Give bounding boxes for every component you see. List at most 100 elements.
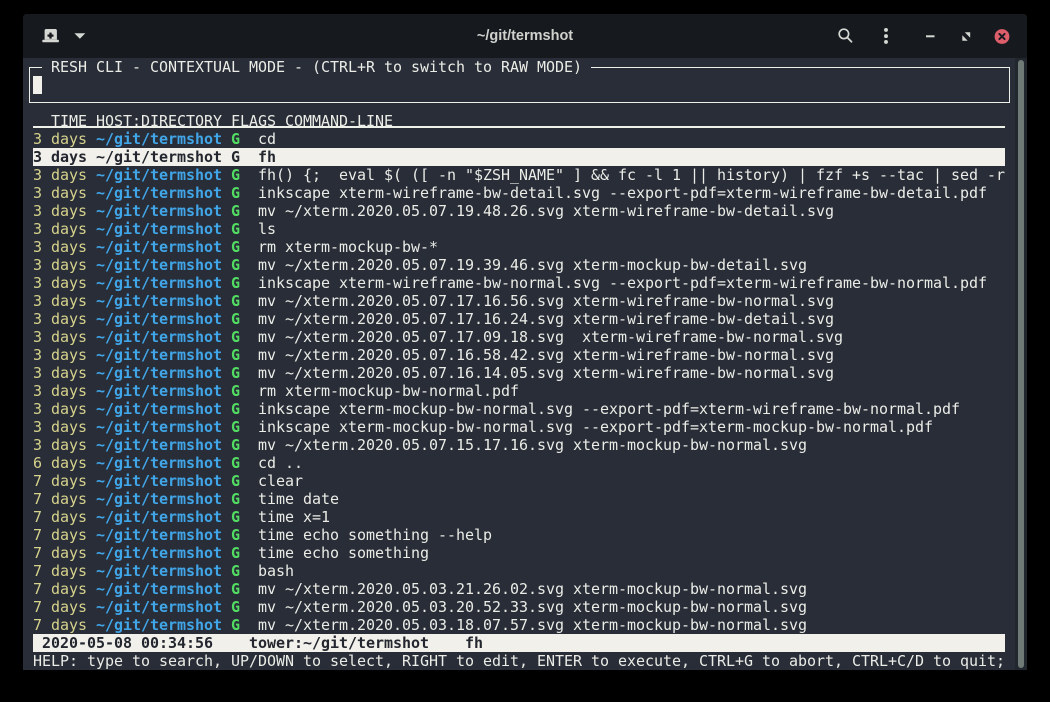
history-row[interactable]: 7 days ~/git/termshot G mv ~/xterm.2020.… <box>24 616 1015 634</box>
row-time: 7 days <box>33 490 87 508</box>
restore-icon[interactable] <box>962 32 972 42</box>
row-flags: G <box>231 202 240 220</box>
row-flags: G <box>231 184 240 202</box>
row-host-dir: ~/git/termshot <box>96 400 222 418</box>
search-box-title: RESH CLI - CONTEXTUAL MODE - (CTRL+R to … <box>42 58 591 76</box>
row-time: 3 days <box>33 184 87 202</box>
row-command: inkscape xterm-wireframe-bw-detail.svg -… <box>258 184 987 202</box>
row-time: 7 days <box>33 508 87 526</box>
history-row[interactable]: 7 days ~/git/termshot G mv ~/xterm.2020.… <box>24 598 1015 616</box>
row-flags: G <box>231 238 240 256</box>
row-flags: G <box>231 418 240 436</box>
status-bar: 2020-05-08 00:34:56 tower:~/git/termshot… <box>24 634 1015 652</box>
row-time: 3 days <box>33 346 87 364</box>
row-host-dir: ~/git/termshot <box>96 256 222 274</box>
row-flags: G <box>231 562 240 580</box>
history-row[interactable]: 3 days ~/git/termshot G inkscape xterm-w… <box>24 274 1015 292</box>
row-flags: G <box>231 400 240 418</box>
row-flags: G <box>231 292 240 310</box>
history-row[interactable]: 7 days ~/git/termshot G mv ~/xterm.2020.… <box>24 580 1015 598</box>
row-flags: G <box>231 580 240 598</box>
row-flags: G <box>231 148 240 166</box>
history-row[interactable]: 3 days ~/git/termshot G rm xterm-mockup-… <box>24 238 1015 256</box>
row-time: 6 days <box>33 454 87 472</box>
row-flags: G <box>231 436 240 454</box>
row-command: fh <box>258 148 1005 166</box>
row-host-dir: ~/git/termshot <box>96 310 222 328</box>
row-command: clear <box>258 472 303 490</box>
row-host-dir: ~/git/termshot <box>96 292 222 310</box>
row-time: 3 days <box>33 310 87 328</box>
row-host-dir: ~/git/termshot <box>96 166 222 184</box>
row-command: mv ~/xterm.2020.05.03.20.52.33.svg xterm… <box>258 598 807 616</box>
history-row[interactable]: 3 days ~/git/termshot G mv ~/xterm.2020.… <box>24 292 1015 310</box>
row-host-dir: ~/git/termshot <box>96 364 222 382</box>
row-host-dir: ~/git/termshot <box>96 202 222 220</box>
history-row[interactable]: 3 days ~/git/termshot G mv ~/xterm.2020.… <box>24 328 1015 346</box>
history-row[interactable]: 3 days ~/git/termshot G mv ~/xterm.2020.… <box>24 202 1015 220</box>
history-row[interactable]: 3 days ~/git/termshot G cd <box>24 130 1015 148</box>
history-row[interactable]: 3 days ~/git/termshot G inkscape xterm-m… <box>24 418 1015 436</box>
history-row[interactable]: 7 days ~/git/termshot G bash <box>24 562 1015 580</box>
row-command: mv ~/xterm.2020.05.07.15.17.16.svg xterm… <box>258 436 807 454</box>
row-host-dir: ~/git/termshot <box>96 238 222 256</box>
row-host-dir: ~/git/termshot <box>96 382 222 400</box>
row-time: 3 days <box>33 148 87 166</box>
history-row[interactable]: 3 days ~/git/termshot G mv ~/xterm.2020.… <box>24 364 1015 382</box>
search-icon[interactable] <box>833 23 855 45</box>
row-command: mv ~/xterm.2020.05.07.17.09.18.svg xterm… <box>258 328 843 346</box>
terminal-screen[interactable]: TIME HOST:DIRECTORY FLAGS COMMAND-LINE 3… <box>23 58 1027 671</box>
row-time: 7 days <box>33 544 87 562</box>
row-time: 3 days <box>33 238 87 256</box>
row-command: mv ~/xterm.2020.05.03.18.07.57.svg xterm… <box>258 616 807 634</box>
history-row[interactable]: 7 days ~/git/termshot G clear <box>24 472 1015 490</box>
row-flags: G <box>231 346 240 364</box>
row-time: 3 days <box>33 220 87 238</box>
history-row[interactable]: 3 days ~/git/termshot G mv ~/xterm.2020.… <box>24 310 1015 328</box>
row-time: 7 days <box>33 616 87 634</box>
history-row[interactable]: 3 days ~/git/termshot G inkscape xterm-w… <box>24 184 1015 202</box>
row-host-dir: ~/git/termshot <box>96 562 222 580</box>
row-time: 3 days <box>33 418 87 436</box>
history-row[interactable]: 7 days ~/git/termshot G time date <box>24 490 1015 508</box>
help-text: HELP: type to search, UP/DOWN to select,… <box>33 652 1005 670</box>
history-row[interactable]: 7 days ~/git/termshot G time echo someth… <box>24 544 1015 562</box>
history-row[interactable]: 3 days ~/git/termshot G mv ~/xterm.2020.… <box>24 346 1015 364</box>
row-command: mv ~/xterm.2020.05.07.16.58.42.svg xterm… <box>258 346 834 364</box>
scrollbar-track[interactable] <box>1015 58 1027 671</box>
row-time: 7 days <box>33 580 87 598</box>
titlebar[interactable]: ~/git/termshot <box>23 14 1027 58</box>
history-row[interactable]: 7 days ~/git/termshot G time x=1 <box>24 508 1015 526</box>
history-row[interactable]: 3 days ~/git/termshot G fh <box>24 148 1015 166</box>
history-row[interactable]: 3 days ~/git/termshot G inkscape xterm-m… <box>24 400 1015 418</box>
row-host-dir: ~/git/termshot <box>96 544 222 562</box>
scrollbar-thumb[interactable] <box>1018 60 1024 668</box>
history-row[interactable]: 3 days ~/git/termshot G fh() {; eval $( … <box>24 166 1015 184</box>
row-time: 3 days <box>33 328 87 346</box>
history-row[interactable]: 3 days ~/git/termshot G rm xterm-mockup-… <box>24 382 1015 400</box>
row-host-dir: ~/git/termshot <box>96 436 222 454</box>
row-time: 7 days <box>33 526 87 544</box>
history-row[interactable]: 6 days ~/git/termshot G cd .. <box>24 454 1015 472</box>
row-command: time echo something --help <box>258 526 492 544</box>
text-cursor <box>33 76 42 94</box>
row-host-dir: ~/git/termshot <box>96 490 222 508</box>
row-command: mv ~/xterm.2020.05.07.17.16.24.svg xterm… <box>258 310 834 328</box>
row-host-dir: ~/git/termshot <box>96 346 222 364</box>
minimize-icon[interactable] <box>924 34 936 39</box>
row-flags: G <box>231 454 240 472</box>
row-command: fh() {; eval $( ([ -n "$ZSH_NAME" ] && f… <box>258 166 1005 184</box>
kebab-menu-icon[interactable] <box>880 25 892 47</box>
close-button[interactable] <box>994 29 1010 45</box>
row-host-dir: ~/git/termshot <box>96 220 222 238</box>
row-flags: G <box>231 274 240 292</box>
history-row[interactable]: 7 days ~/git/termshot G time echo someth… <box>24 526 1015 544</box>
row-command: time x=1 <box>258 508 330 526</box>
row-time: 3 days <box>33 436 87 454</box>
history-row[interactable]: 3 days ~/git/termshot G mv ~/xterm.2020.… <box>24 436 1015 454</box>
row-command: mv ~/xterm.2020.05.07.16.14.05.svg xterm… <box>258 364 834 382</box>
history-row[interactable]: 3 days ~/git/termshot G mv ~/xterm.2020.… <box>24 256 1015 274</box>
row-time: 3 days <box>33 364 87 382</box>
row-flags: G <box>231 544 240 562</box>
history-row[interactable]: 3 days ~/git/termshot G ls <box>24 220 1015 238</box>
